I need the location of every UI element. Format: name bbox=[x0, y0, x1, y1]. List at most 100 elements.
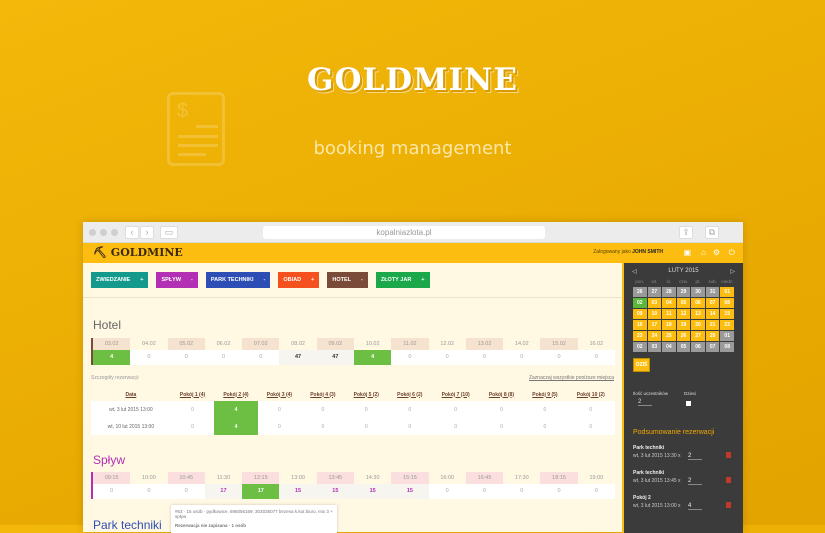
slot-value[interactable]: 17 bbox=[204, 484, 243, 499]
category-button[interactable]: SPŁYW - bbox=[156, 272, 198, 288]
calendar-day[interactable]: 21 bbox=[705, 320, 720, 330]
category-button[interactable]: OBIAD + bbox=[278, 272, 320, 288]
slot-value[interactable]: 0 bbox=[503, 484, 541, 499]
table-cell[interactable]: 4 bbox=[214, 418, 258, 435]
slot-value[interactable]: 0 bbox=[428, 484, 466, 499]
calendar-day[interactable]: 23 bbox=[633, 331, 647, 341]
column-header[interactable]: Pokój 7 (10) bbox=[431, 388, 480, 401]
slot-value[interactable]: 0 bbox=[130, 350, 168, 365]
calendar-day[interactable]: 02 bbox=[633, 298, 647, 308]
slot-value[interactable]: 47 bbox=[316, 350, 354, 365]
slot-value[interactable]: 17 bbox=[242, 484, 280, 499]
trash-icon[interactable] bbox=[726, 452, 731, 458]
table-cell[interactable]: 0 bbox=[388, 418, 431, 435]
table-cell[interactable]: 0 bbox=[345, 401, 388, 418]
slot-value[interactable]: 0 bbox=[204, 350, 243, 365]
trash-icon[interactable] bbox=[726, 477, 731, 483]
category-button[interactable]: ZŁOTY JAR + bbox=[375, 272, 430, 288]
slot-value[interactable]: 0 bbox=[167, 484, 205, 499]
calendar-day[interactable]: 15 bbox=[720, 309, 734, 319]
slot-value[interactable]: 0 bbox=[465, 484, 504, 499]
calendar-day[interactable]: 29 bbox=[676, 287, 691, 297]
calendar-day[interactable]: 26 bbox=[633, 287, 647, 297]
mark-all-link[interactable]: Zaznaczaj wszystkie poniższe miejsca bbox=[529, 375, 614, 381]
calendar-day[interactable]: 19 bbox=[676, 320, 691, 330]
calendar-day[interactable]: 20 bbox=[691, 320, 705, 330]
slot-value[interactable]: 0 bbox=[93, 484, 131, 499]
calendar-day[interactable]: 06 bbox=[691, 298, 705, 308]
column-header[interactable]: Pokój 3 (4) bbox=[257, 388, 302, 401]
calendar-day[interactable]: 28 bbox=[662, 287, 676, 297]
column-header[interactable]: Pokój 2 (4) bbox=[214, 388, 258, 401]
gear-icon[interactable]: ⚙ bbox=[713, 248, 720, 257]
slot-value[interactable]: 0 bbox=[577, 350, 615, 365]
calendar-day[interactable]: 14 bbox=[705, 309, 720, 319]
table-cell[interactable]: 0 bbox=[432, 418, 480, 435]
maximize-dot[interactable] bbox=[111, 229, 118, 236]
column-header[interactable]: Pokój 1 (4) bbox=[170, 388, 215, 401]
category-button[interactable]: ZWIEDZANIE + bbox=[91, 272, 149, 288]
power-icon[interactable]: ⏻ bbox=[729, 248, 735, 258]
column-header[interactable]: Pokój 4 (3) bbox=[301, 388, 345, 401]
forward-icon[interactable]: › bbox=[140, 226, 154, 239]
calendar-day[interactable]: 25 bbox=[662, 331, 676, 341]
slot-value[interactable]: 15 bbox=[279, 484, 317, 499]
share-icon[interactable]: ⇪ bbox=[679, 226, 693, 239]
participants-input[interactable]: 2 bbox=[638, 399, 652, 406]
slot-value[interactable]: 0 bbox=[167, 350, 205, 365]
calendar-day[interactable]: 07 bbox=[705, 342, 720, 352]
app-logo[interactable]: ⛏ GOLDMINE bbox=[93, 246, 183, 259]
inbox-icon[interactable]: ⌂ bbox=[701, 248, 706, 257]
calendar-day[interactable]: 12 bbox=[676, 309, 691, 319]
calendar-day[interactable]: 27 bbox=[647, 287, 662, 297]
column-header[interactable]: Pokój 5 (2) bbox=[344, 388, 389, 401]
calendar-day[interactable]: 03 bbox=[647, 298, 662, 308]
calendar-day[interactable]: 03 bbox=[647, 342, 662, 352]
table-cell[interactable]: 0 bbox=[388, 401, 431, 418]
calendar-day[interactable]: 22 bbox=[720, 320, 734, 330]
summary-item-qty[interactable]: 2 bbox=[688, 453, 702, 460]
calendar-day[interactable]: 01 bbox=[720, 287, 734, 297]
table-cell[interactable]: 0 bbox=[480, 401, 523, 418]
calendar-day[interactable]: 13 bbox=[691, 309, 705, 319]
slot-value[interactable]: 4 bbox=[93, 350, 131, 365]
calendar-day[interactable]: 04 bbox=[662, 342, 676, 352]
calendar-day[interactable]: 09 bbox=[633, 309, 647, 319]
close-dot[interactable] bbox=[89, 229, 96, 236]
slot-value[interactable]: 47 bbox=[279, 350, 317, 365]
column-header[interactable]: Pokój 10 (2) bbox=[566, 388, 615, 401]
calendar-day[interactable]: 31 bbox=[705, 287, 720, 297]
calendar-day[interactable]: 06 bbox=[691, 342, 705, 352]
table-cell[interactable]: 0 bbox=[523, 401, 566, 418]
table-cell[interactable]: 0 bbox=[345, 418, 388, 435]
tabs-icon[interactable]: ⧉ bbox=[705, 226, 719, 239]
calendar-day[interactable]: 16 bbox=[633, 320, 647, 330]
slot-value[interactable]: 0 bbox=[391, 350, 429, 365]
summary-item-qty[interactable]: 4 bbox=[688, 503, 702, 510]
table-cell[interactable]: 0 bbox=[258, 418, 301, 435]
calendar-day[interactable]: 05 bbox=[676, 298, 691, 308]
slot-value[interactable]: 15 bbox=[316, 484, 354, 499]
table-cell[interactable]: 0 bbox=[171, 401, 214, 418]
calendar-day[interactable]: 27 bbox=[691, 331, 705, 341]
back-icon[interactable]: ‹ bbox=[125, 226, 139, 239]
category-button[interactable]: PARK TECHNIKI - bbox=[205, 272, 271, 288]
column-header[interactable]: Pokój 8 (8) bbox=[479, 388, 524, 401]
calendar-day[interactable]: 10 bbox=[647, 309, 662, 319]
calendar-day[interactable]: 01 bbox=[720, 331, 734, 341]
table-cell[interactable]: 0 bbox=[171, 418, 214, 435]
table-cell[interactable]: 0 bbox=[567, 418, 615, 435]
table-cell[interactable]: 0 bbox=[301, 401, 344, 418]
calendar-day[interactable]: 18 bbox=[662, 320, 676, 330]
column-header[interactable]: Pokój 9 (5) bbox=[523, 388, 567, 401]
slot-value[interactable]: 0 bbox=[242, 350, 280, 365]
children-checkbox[interactable] bbox=[686, 401, 691, 406]
table-cell[interactable]: 0 bbox=[567, 401, 615, 418]
slot-value[interactable]: 15 bbox=[353, 484, 392, 499]
image-icon[interactable]: ▣ bbox=[683, 248, 691, 257]
slot-value[interactable]: 15 bbox=[391, 484, 429, 499]
table-cell[interactable]: 4 bbox=[214, 401, 258, 418]
slot-value[interactable]: 0 bbox=[503, 350, 541, 365]
table-cell[interactable]: 0 bbox=[523, 418, 566, 435]
slot-value[interactable]: 0 bbox=[540, 350, 578, 365]
